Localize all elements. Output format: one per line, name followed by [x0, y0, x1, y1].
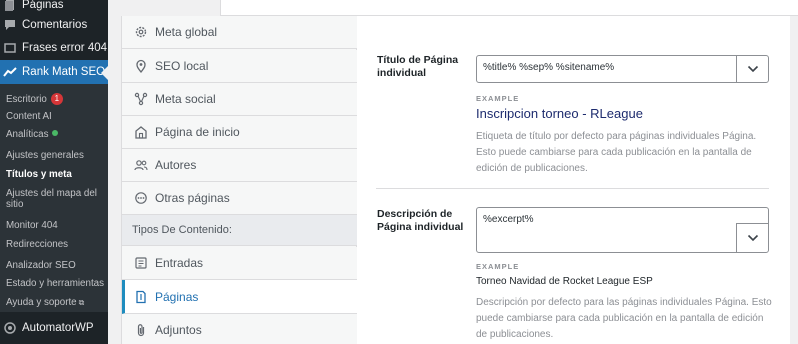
description-example-label: EXAMPLE	[476, 262, 520, 271]
chevron-down-icon	[747, 60, 759, 78]
menu-item-label: Comentarios	[22, 19, 88, 31]
menu-item-label: Frases error 404	[22, 42, 108, 54]
title-dropdown-button[interactable]	[736, 56, 768, 82]
description-dropdown-button[interactable]	[736, 223, 768, 252]
description-description: Descripción por defecto para las páginas…	[476, 297, 772, 340]
header-tab-box	[220, 0, 798, 16]
submenu-label: Escritorio	[6, 94, 47, 105]
menu-item-label: AutomatorWP	[22, 322, 94, 334]
menu-item-rank-math[interactable]: Rank Math SEO	[0, 60, 108, 84]
submenu-item-sitemap[interactable]: Ajustes del mapa del sitio	[6, 188, 102, 210]
nav-item-label: Meta global	[155, 25, 218, 39]
page-right-edge	[790, 16, 798, 344]
submenu-item-help[interactable]: Ayuda y soporte ⧉	[6, 297, 84, 308]
settings-nav: Meta global SEO local Meta social Página…	[121, 16, 357, 344]
submenu-item-content-ai[interactable]: Content AI	[6, 111, 52, 122]
submenu-item-dashboard[interactable]: Escritorio 1	[6, 93, 63, 105]
title-template-select[interactable]: %title% %sep% %sitename%	[476, 55, 769, 83]
submenu-item-status-tools[interactable]: Estado y herramientas	[6, 278, 104, 289]
menu-item-automatorwp[interactable]: AutomatorWP	[0, 316, 108, 340]
submenu-label: Ayuda y soporte	[6, 297, 77, 308]
submenu-label: Estado y herramientas	[6, 278, 105, 289]
title-example-value: Inscripcion torneo - RLeague	[476, 106, 643, 121]
nav-item-label: Adjuntos	[155, 323, 202, 337]
nav-section-heading: Tipos De Contenido:	[122, 215, 357, 246]
submenu-label: Títulos y meta	[6, 169, 72, 180]
title-template-value: %title% %sep% %sitename%	[483, 62, 615, 73]
nav-item-attachments[interactable]: Adjuntos	[122, 314, 357, 344]
header-strip	[108, 0, 798, 16]
admin-sidebar: Páginas Comentarios Frases error 404 Ran…	[0, 0, 108, 344]
nav-item-label: Entradas	[155, 256, 204, 270]
submenu-item-seo-analyzer[interactable]: Analizador SEO	[6, 260, 76, 271]
users-icon	[133, 157, 149, 173]
chevron-down-icon	[747, 229, 759, 247]
nav-item-home-page[interactable]: Página de inicio	[122, 116, 357, 149]
location-pin-icon	[133, 58, 149, 74]
menu-item-label: Rank Math SEO	[22, 66, 106, 78]
home-icon	[133, 124, 149, 140]
nav-item-local-seo[interactable]: SEO local	[122, 50, 357, 83]
menu-item-label: Páginas	[22, 0, 64, 11]
nav-item-global-meta[interactable]: Meta global	[122, 16, 357, 49]
nav-item-label: SEO local	[155, 59, 209, 73]
title-example-label: EXAMPLE	[476, 94, 520, 103]
rank-math-icon	[0, 67, 20, 77]
nav-item-pages[interactable]: Páginas	[122, 280, 357, 314]
rank-math-submenu: Escritorio 1 Content AI Analíticas Ajuste…	[0, 84, 108, 312]
page-icon	[133, 289, 149, 305]
attachment-icon	[133, 322, 149, 338]
nav-item-label: Autores	[155, 158, 197, 172]
title-field-label: Título de Página individual	[377, 54, 459, 79]
nav-item-label: Otras páginas	[155, 191, 230, 205]
submenu-label: Content AI	[6, 111, 52, 122]
pages-icon	[0, 0, 20, 11]
social-network-icon	[133, 91, 149, 107]
submenu-item-404-monitor[interactable]: Monitor 404	[6, 220, 58, 231]
field-divider	[376, 188, 769, 189]
title-description: Etiqueta de título por defecto para pági…	[476, 131, 757, 174]
nav-item-posts[interactable]: Entradas	[122, 247, 357, 280]
submenu-item-titles-meta[interactable]: Títulos y meta	[6, 169, 72, 180]
submenu-label: Analíticas	[6, 129, 49, 140]
submenu-label: Analizador SEO	[6, 260, 76, 271]
nav-item-label: Página de inicio	[155, 125, 240, 139]
submenu-label: Redirecciones	[6, 239, 69, 250]
status-dot	[52, 130, 59, 136]
submenu-label: Monitor 404	[6, 220, 58, 231]
gear-icon	[133, 24, 149, 40]
submenu-label: Ajustes del mapa del sitio	[6, 188, 97, 210]
menu-item-comments[interactable]: Comentarios	[0, 13, 108, 37]
submenu-item-general-settings[interactable]: Ajustes generales	[6, 150, 84, 161]
notification-badge: 1	[50, 93, 63, 105]
submenu-item-analytics[interactable]: Analíticas	[6, 129, 59, 140]
other-pages-icon	[133, 190, 149, 206]
external-link-icon: ⧉	[78, 298, 85, 307]
submenu-item-redirections[interactable]: Redirecciones	[6, 239, 68, 250]
description-field-label: Descripción de Página individual	[377, 208, 464, 233]
description-template-input[interactable]: %excerpt%	[476, 207, 769, 253]
nav-item-social-meta[interactable]: Meta social	[122, 83, 357, 116]
submenu-label: Ajustes generales	[6, 150, 84, 161]
automatorwp-icon	[0, 322, 20, 334]
description-template-value: %excerpt%	[483, 214, 534, 225]
nav-item-label: Páginas	[155, 289, 199, 304]
description-example-value: Torneo Navidad de Rocket League ESP	[476, 276, 653, 287]
error-phrases-icon	[0, 42, 20, 54]
current-menu-pointer	[101, 66, 108, 80]
nav-item-authors[interactable]: Autores	[122, 149, 357, 182]
nav-item-other-pages[interactable]: Otras páginas	[122, 182, 357, 215]
comments-icon	[0, 19, 20, 31]
nav-item-label: Meta social	[155, 92, 216, 106]
post-icon	[133, 255, 149, 271]
menu-item-error-phrases[interactable]: Frases error 404	[0, 36, 108, 60]
